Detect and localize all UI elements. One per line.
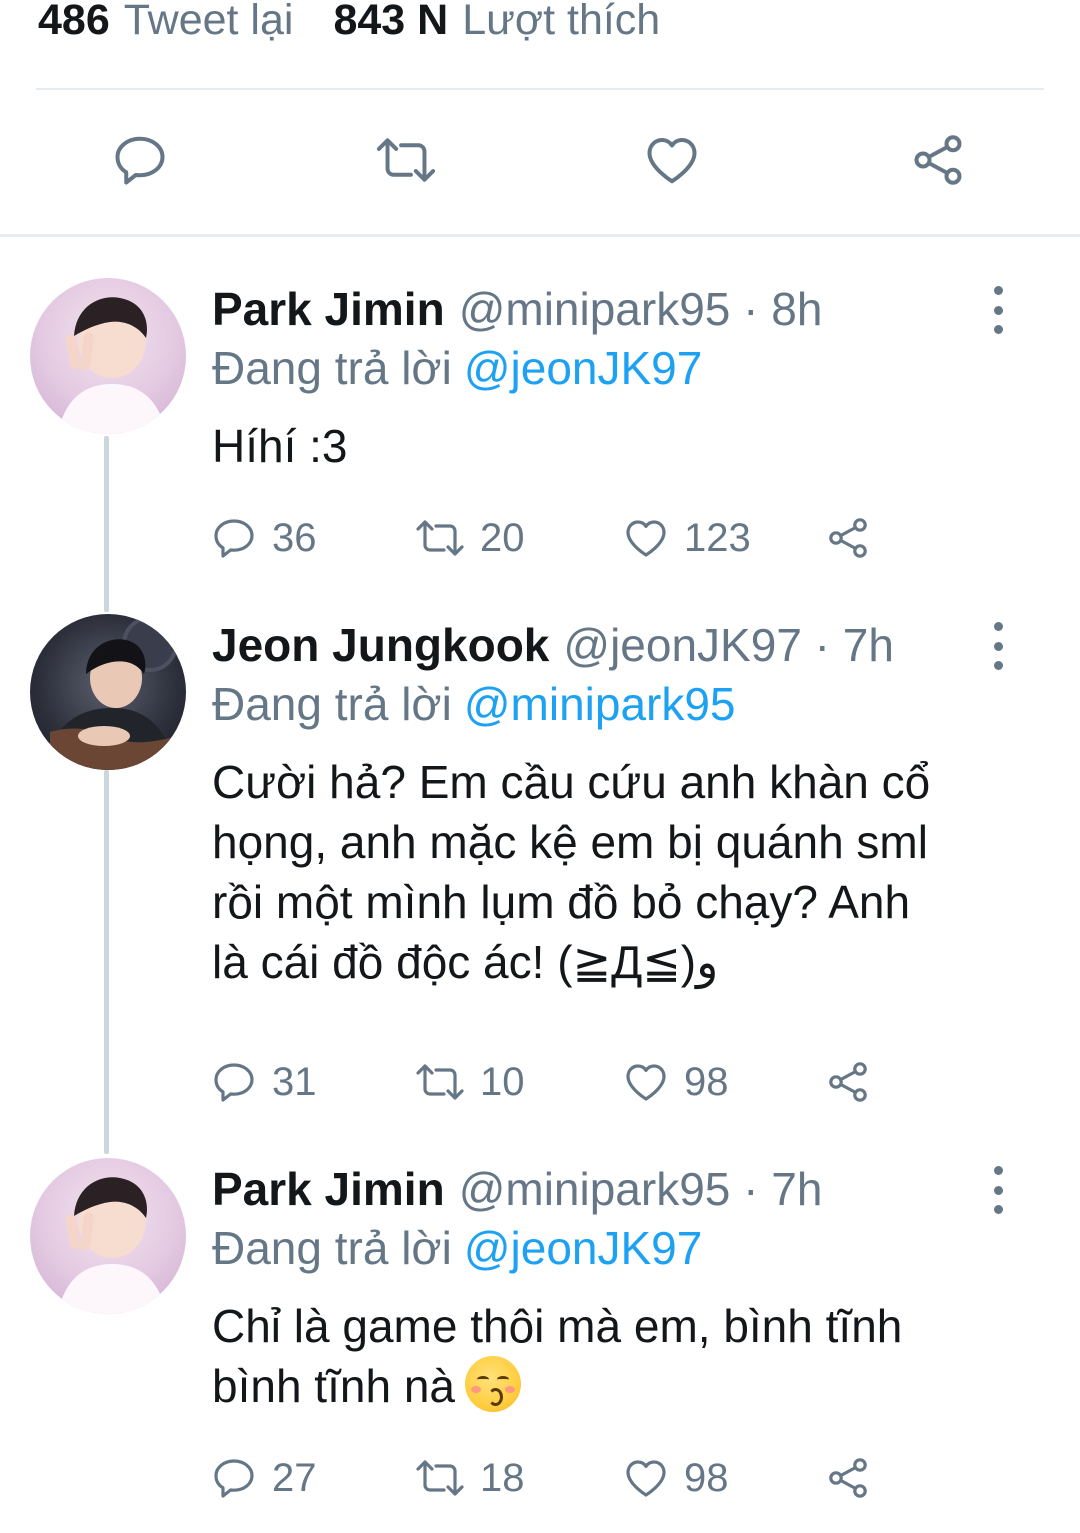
reply-tweet[interactable]: Park Jimin @minipark95 · 7h Đang trả lời @…: [0, 1158, 1080, 1518]
display-name[interactable]: Park Jimin: [212, 283, 445, 335]
share-button[interactable]: [824, 1056, 886, 1108]
tweet-actions: 36 20 123: [210, 512, 910, 564]
retweet-count: 18: [480, 1455, 525, 1500]
share-icon: [829, 1062, 867, 1102]
divider: [36, 88, 1044, 90]
share-icon: [829, 518, 867, 558]
reply-count: 36: [272, 515, 317, 560]
retweet-icon: [416, 1064, 464, 1100]
handle-and-time: @minipark95 · 7h: [458, 1163, 823, 1215]
reply-button[interactable]: [108, 128, 172, 192]
tweet-header: Jeon Jungkook @jeonJK97 · 7h: [212, 614, 894, 676]
retweet-icon: [376, 138, 436, 182]
share-button[interactable]: [824, 512, 886, 564]
reply-icon: [214, 1459, 254, 1498]
likes-label[interactable]: Lượt thích: [462, 0, 660, 45]
share-button[interactable]: [824, 1452, 886, 1504]
retweet-icon: [416, 520, 464, 556]
tweet-stats: 486 Tweet lại 843 N Lượt thích: [38, 0, 660, 52]
more-options-button[interactable]: [980, 1166, 1016, 1214]
more-options-button[interactable]: [980, 286, 1016, 334]
avatar[interactable]: [30, 1158, 186, 1314]
retweets-label[interactable]: Tweet lại: [124, 0, 294, 45]
reply-count: 31: [272, 1059, 317, 1104]
reply-icon: [214, 1063, 254, 1102]
display-name[interactable]: Park Jimin: [212, 1163, 445, 1215]
reply-button[interactable]: 36: [210, 512, 317, 564]
reply-count: 27: [272, 1455, 317, 1500]
kissing-face-emoji-icon: [464, 1356, 521, 1412]
like-icon: [626, 1460, 666, 1497]
reply-icon: [214, 519, 254, 558]
tweet-text: Híhí :3: [212, 416, 1032, 476]
retweet-count: 20: [480, 515, 525, 560]
tweet-text-line: Híhí :3: [212, 420, 348, 472]
likes-count[interactable]: 843 N: [333, 0, 448, 45]
tweet-text: Chỉ là game thôi mà em, bình tĩnh bình t…: [212, 1296, 1032, 1416]
tweet-text-line: rồi một mình lụm đồ bỏ chạy? Anh: [212, 876, 911, 928]
like-count: 98: [684, 1455, 729, 1500]
retweet-button[interactable]: 20: [414, 512, 525, 564]
tweet-text-line: Chỉ là game thôi mà em, bình tĩnh: [212, 1300, 903, 1352]
more-options-button[interactable]: [980, 622, 1016, 670]
more-icon: [993, 286, 1003, 295]
like-icon: [647, 138, 697, 184]
reply-tweet[interactable]: Park Jimin @minipark95 · 8h Đang trả lời @…: [0, 278, 1080, 578]
share-icon: [829, 1458, 867, 1498]
tweet-actions: 27 18 98: [210, 1452, 910, 1504]
retweet-icon: [416, 1460, 464, 1496]
share-icon: [914, 135, 962, 185]
like-icon: [626, 520, 666, 557]
like-button[interactable]: [640, 128, 704, 192]
replying-label: Đang trả lời: [212, 1222, 452, 1274]
retweet-button[interactable]: 18: [414, 1452, 525, 1504]
like-button[interactable]: 98: [622, 1056, 729, 1108]
replying-label: Đang trả lời: [212, 678, 452, 730]
mention-link[interactable]: @jeonJK97: [464, 342, 703, 394]
reply-button[interactable]: 27: [210, 1452, 317, 1504]
more-icon: [993, 622, 1003, 631]
like-icon: [626, 1064, 666, 1101]
reply-icon: [115, 136, 165, 185]
display-name[interactable]: Jeon Jungkook: [212, 619, 549, 671]
mention-link[interactable]: @minipark95: [464, 678, 736, 730]
tweet-header: Park Jimin @minipark95 · 7h: [212, 1158, 822, 1220]
avatar[interactable]: [30, 278, 186, 434]
retweet-button[interactable]: [374, 128, 438, 192]
tweet-text-line: bình tĩnh nà: [212, 1360, 455, 1412]
retweet-button[interactable]: 10: [414, 1056, 525, 1108]
section-divider: [0, 234, 1080, 237]
tweet-text-line: là cái đồ độc ác! (≧Д≦)و: [212, 936, 719, 988]
replying-to: Đang trả lời @jeonJK97: [212, 1218, 702, 1278]
reply-tweet[interactable]: Jeon Jungkook @jeonJK97 · 7h Đang trả lời…: [0, 614, 1080, 1134]
replying-label: Đang trả lời: [212, 342, 452, 394]
like-button[interactable]: 98: [622, 1452, 729, 1504]
tweet-text-line: Cười hả? Em cầu cứu anh khàn cổ: [212, 756, 931, 808]
share-button[interactable]: [906, 128, 970, 192]
more-icon: [993, 1166, 1003, 1175]
reply-button[interactable]: 31: [210, 1056, 317, 1108]
retweets-count[interactable]: 486: [38, 0, 110, 45]
mention-link[interactable]: @jeonJK97: [464, 1222, 703, 1274]
replying-to: Đang trả lời @minipark95: [212, 674, 736, 734]
tweet-text-line: họng, anh mặc kệ em bị quánh sml: [212, 816, 928, 868]
main-action-bar: [0, 128, 1080, 192]
like-count: 98: [684, 1059, 729, 1104]
like-button[interactable]: 123: [622, 512, 751, 564]
handle-and-time: @jeonJK97 · 7h: [563, 619, 894, 671]
tweet-text: Cười hả? Em cầu cứu anh khàn cổ họng, an…: [212, 752, 1032, 992]
tweet-actions: 31 10 98: [210, 1056, 910, 1108]
retweet-count: 10: [480, 1059, 525, 1104]
handle-and-time: @minipark95 · 8h: [458, 283, 823, 335]
tweet-header: Park Jimin @minipark95 · 8h: [212, 278, 822, 340]
replying-to: Đang trả lời @jeonJK97: [212, 338, 702, 398]
like-count: 123: [684, 515, 751, 560]
avatar[interactable]: [30, 614, 186, 770]
